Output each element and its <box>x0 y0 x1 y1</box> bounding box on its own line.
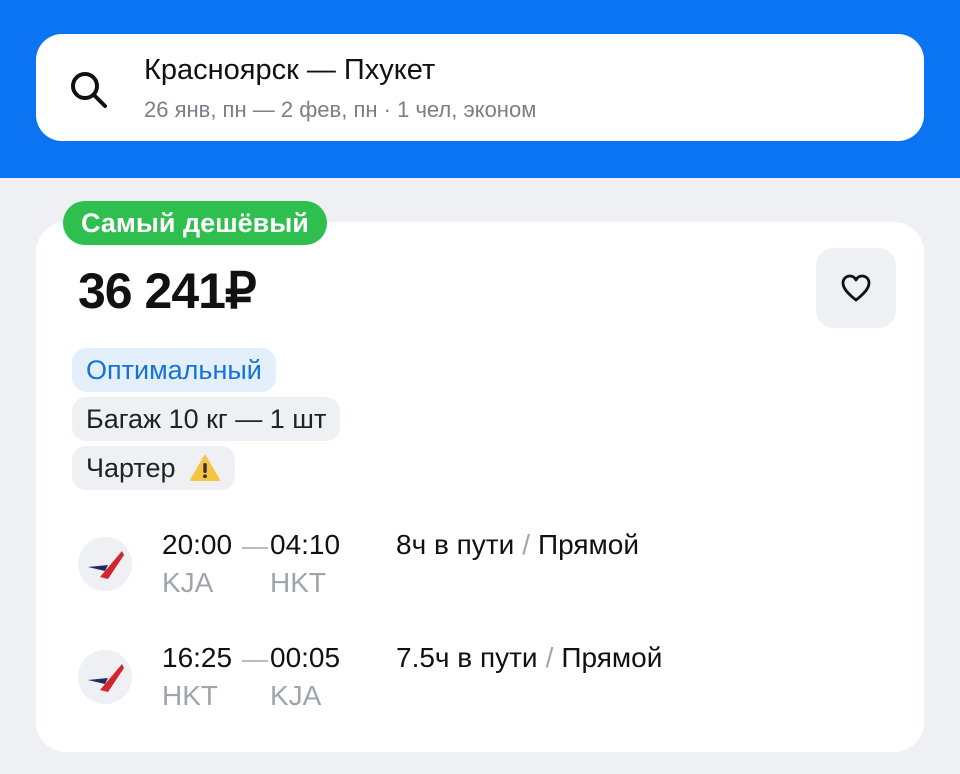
header-bar: Красноярск — Пхукет 26 янв, пн — 2 фев, … <box>0 0 960 178</box>
search-details: 26 янв, пн — 2 фев, пн · 1 чел, эконом <box>144 97 536 123</box>
duration-slash: / <box>522 529 531 560</box>
flight-duration: 8ч в пути / Прямой <box>396 529 639 561</box>
search-dates: 26 янв, пн — 2 фев, пн <box>144 97 378 122</box>
departure-time: 16:25 <box>162 642 233 673</box>
duration-text: 7.5ч в пути <box>396 642 538 673</box>
favorite-button[interactable] <box>816 248 896 328</box>
airline-logo <box>78 537 132 591</box>
flight-leg-outbound[interactable]: 20:00 04:10 KJA HKT 8ч в пути / Прямой <box>36 529 924 609</box>
tag-optimal: Оптимальный <box>72 348 276 392</box>
tag-charter[interactable]: Чартер <box>72 446 236 490</box>
cheapest-badge: Самый дешёвый <box>63 201 327 245</box>
arrival-time: 04:10 <box>270 529 341 560</box>
search-route: Красноярск — Пхукет <box>144 54 436 86</box>
duration-slash: / <box>545 642 554 673</box>
departure-airport: HKT <box>162 680 218 711</box>
departure-time: 20:00 <box>162 529 233 560</box>
arrival-airport: KJA <box>270 680 322 711</box>
departure-airport: KJA <box>162 567 214 598</box>
flight-leg-return[interactable]: 16:25 00:05 HKT KJA 7.5ч в пути / Прямой <box>36 642 924 722</box>
time-dash <box>242 660 268 662</box>
stops-text: Прямой <box>561 642 663 673</box>
offer-price: 36 241₽ <box>78 263 257 319</box>
airline-logo <box>78 650 132 704</box>
heart-icon <box>841 274 871 302</box>
stops-text: Прямой <box>538 529 640 560</box>
tag-baggage: Багаж 10 кг — 1 шт <box>72 397 341 441</box>
search-summary[interactable]: Красноярск — Пхукет 26 янв, пн — 2 фев, … <box>36 34 924 141</box>
flight-duration: 7.5ч в пути / Прямой <box>396 642 662 674</box>
duration-text: 8ч в пути <box>396 529 515 560</box>
arrival-time: 00:05 <box>270 642 341 673</box>
arrival-airport: HKT <box>270 567 326 598</box>
offer-card[interactable]: 36 241₽ Оптимальный Багаж 10 кг — 1 шт Ч… <box>36 222 924 752</box>
search-passengers: 1 чел, эконом <box>397 97 537 122</box>
warning-icon <box>190 455 221 481</box>
time-dash <box>242 547 268 549</box>
search-icon <box>71 72 107 108</box>
search-separator: · <box>383 97 391 122</box>
tag-charter-label: Чартер <box>86 453 176 483</box>
